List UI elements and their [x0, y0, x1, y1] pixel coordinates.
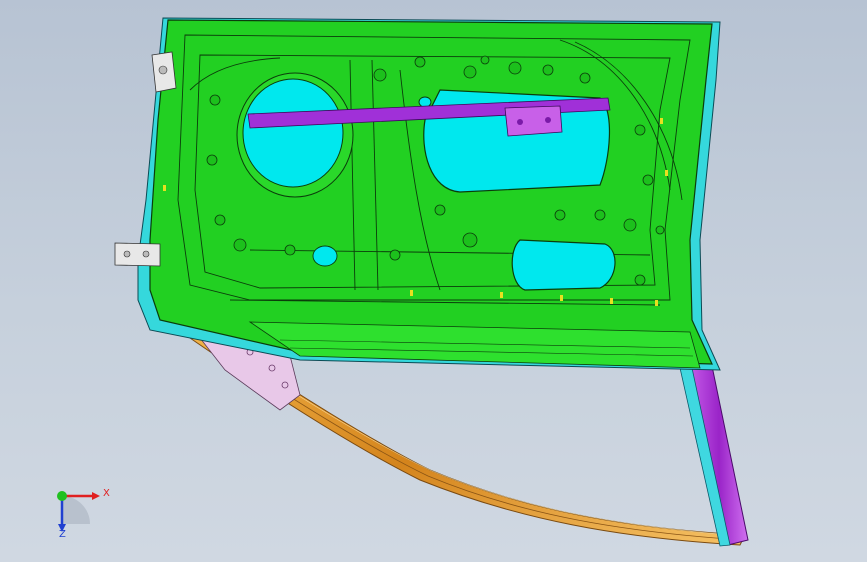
z-axis-label: Z [59, 529, 66, 540]
door-inner-panel-model[interactable] [0, 0, 867, 562]
lower-access-opening [511, 239, 616, 291]
inner-panel-body [149, 19, 713, 365]
upper-hinge [151, 51, 177, 93]
x-axis-label: X [103, 488, 110, 499]
b-pillar-reinforcement [679, 365, 749, 547]
speaker-opening [236, 72, 354, 198]
axis-triad [57, 491, 100, 532]
cad-3d-viewport[interactable]: X Z [0, 0, 867, 562]
lower-hinge [114, 242, 161, 267]
y-axis-dot [57, 491, 67, 501]
x-axis-arrowhead [92, 492, 100, 500]
